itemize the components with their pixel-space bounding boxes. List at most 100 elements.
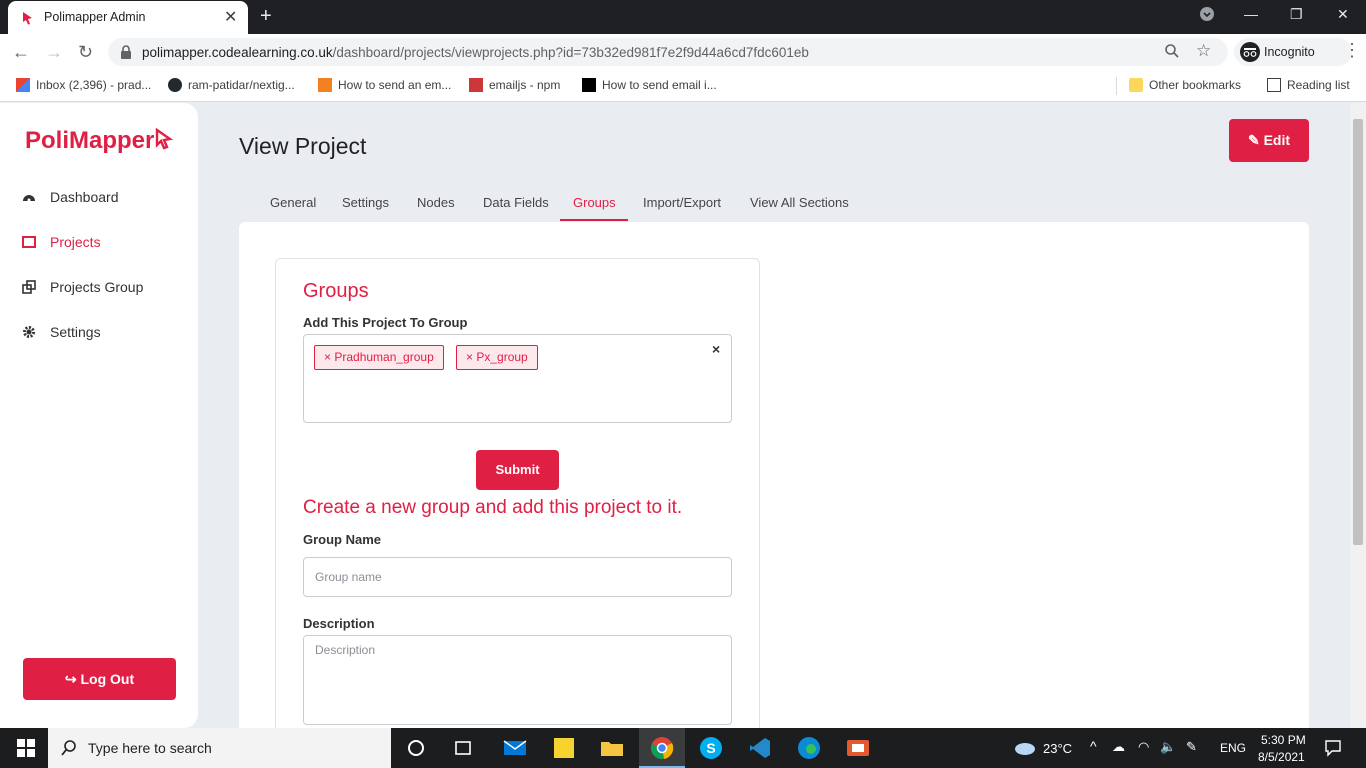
logout-label: Log Out [80,671,135,687]
window-close-icon[interactable]: ✕ [1337,6,1349,23]
active-tab-indicator [560,219,628,221]
mail-icon[interactable] [503,736,527,760]
zoom-search-icon[interactable] [1164,43,1180,64]
app-icon[interactable] [846,736,870,760]
gear-icon [23,326,35,338]
url-path: /dashboard/projects/viewprojects.php?id=… [332,45,809,60]
bookmark-star-icon[interactable]: ☆ [1196,41,1211,61]
windows-start-icon[interactable] [14,736,38,760]
bookmarks-divider [1116,77,1117,95]
tab-search-icon[interactable] [1199,6,1215,25]
sticky-notes-icon[interactable] [552,736,576,760]
edit-button[interactable]: ✎ Edit [1229,119,1309,162]
polimapper-favicon-icon [20,10,36,26]
bookmark-stackoverflow[interactable]: How to send an em... [318,78,451,92]
groups-heading: Groups [303,280,369,302]
weather-temp[interactable]: 23°C [1043,741,1072,756]
sidebar-item-dashboard[interactable]: Dashboard [22,189,119,213]
edit-label: Edit [1263,132,1291,148]
bookmark-npm[interactable]: emailjs - npm [469,78,560,92]
logo[interactable]: PoliMapper [25,127,174,155]
tab-import-export[interactable]: Import/Export [643,195,721,210]
bookmark-label: How to send email i... [602,78,717,92]
chip-remove-icon[interactable]: × [324,350,334,364]
group-multiselect[interactable]: × Pradhuman_group × Px_group × [303,334,732,423]
language-indicator[interactable]: ENG [1220,741,1246,755]
edit-icon: ✎ [1247,132,1264,148]
sidebar-item-projects[interactable]: Projects [22,234,101,258]
scrollbar-thumb[interactable] [1353,119,1363,545]
skype-icon[interactable]: S [699,736,723,760]
projects-group-icon [22,280,36,294]
notifications-icon[interactable] [1324,739,1342,757]
bookmark-dev[interactable]: How to send email i... [582,78,717,92]
chrome-menu-icon[interactable]: ⋮ [1343,40,1361,61]
restore-icon[interactable]: ❐ [1290,6,1303,23]
logout-icon: ↪ [64,671,81,687]
new-tab-icon[interactable]: + [260,5,272,28]
tray-chevron-icon[interactable]: ^ [1090,738,1097,754]
reload-icon[interactable]: ↻ [78,42,93,63]
other-bookmarks-label: Other bookmarks [1149,78,1242,92]
sidebar-item-projects-group[interactable]: Projects Group [22,279,143,303]
tab-view-all-sections[interactable]: View All Sections [750,195,849,210]
address-bar[interactable]: polimapper.codealearning.co.uk/dashboard… [108,38,1228,66]
reading-list-label: Reading list [1287,78,1350,92]
bookmark-label: Inbox (2,396) - prad... [36,78,152,92]
vscode-icon[interactable] [748,736,772,760]
edge-icon[interactable] [797,736,821,760]
close-tab-icon[interactable]: ✕ [224,7,237,27]
forward-icon[interactable]: → [45,42,63,63]
npm-icon [469,78,483,92]
incognito-badge[interactable]: Incognito [1234,38,1352,66]
bookmark-github[interactable]: ram-patidar/nextig... [168,78,295,92]
group-chip[interactable]: × Pradhuman_group [314,345,444,370]
wifi-icon[interactable]: ◠ [1138,739,1149,755]
volume-icon[interactable]: 🔈 [1160,739,1176,755]
browser-tab-bar: Polimapper Admin ✕ + — ❐ ✕ [0,0,1366,34]
tab-settings[interactable]: Settings [342,195,389,210]
github-icon [168,78,182,92]
browser-tab[interactable]: Polimapper Admin ✕ [8,1,248,34]
tab-nodes[interactable]: Nodes [417,195,455,210]
other-bookmarks[interactable]: Other bookmarks [1129,78,1241,92]
group-chip[interactable]: × Px_group [456,345,538,370]
stackoverflow-icon [318,78,332,92]
clock-time[interactable]: 5:30 PM [1261,733,1306,747]
weather-icon[interactable] [1012,740,1036,756]
tab-groups[interactable]: Groups [573,195,616,210]
file-explorer-icon[interactable] [600,736,624,760]
reading-list[interactable]: Reading list [1267,78,1350,92]
task-view-icon[interactable] [451,736,475,760]
cortana-icon[interactable] [404,736,428,760]
chrome-icon[interactable] [650,736,674,760]
url-host: polimapper.codealearning.co.uk [142,45,333,60]
bookmark-label: emailjs - npm [489,78,561,92]
bookmark-gmail[interactable]: Inbox (2,396) - prad... [16,78,151,92]
sidebar-item-label: Settings [50,324,101,340]
create-group-heading: Create a new group and add this project … [303,497,683,518]
description-textarea[interactable] [303,635,732,725]
folder-icon [1129,78,1143,92]
clear-selection-icon[interactable]: × [712,341,720,357]
taskbar-search-placeholder: Type here to search [88,740,212,756]
clock-date[interactable]: 8/5/2021 [1258,750,1305,764]
chip-remove-icon[interactable]: × [466,350,476,364]
onedrive-icon[interactable]: ☁ [1112,739,1125,755]
bookmark-label: How to send an em... [338,78,452,92]
tab-general[interactable]: General [270,195,316,210]
tab-data-fields[interactable]: Data Fields [483,195,549,210]
pen-icon[interactable]: ✎ [1186,739,1197,755]
reading-list-icon [1267,78,1281,92]
submit-button[interactable]: Submit [476,450,559,490]
page-scrollbar[interactable] [1350,103,1366,728]
back-icon[interactable]: ← [12,42,30,63]
add-to-group-label: Add This Project To Group [303,315,468,330]
sidebar-item-settings[interactable]: Settings [22,324,101,348]
group-name-input[interactable] [303,557,732,597]
minimize-icon[interactable]: — [1244,6,1258,22]
lock-icon [121,45,131,59]
logout-button[interactable]: ↪ Log Out [23,658,176,700]
taskbar-search[interactable]: Type here to search [48,728,391,768]
url-text: polimapper.codealearning.co.uk/dashboard… [142,45,809,60]
